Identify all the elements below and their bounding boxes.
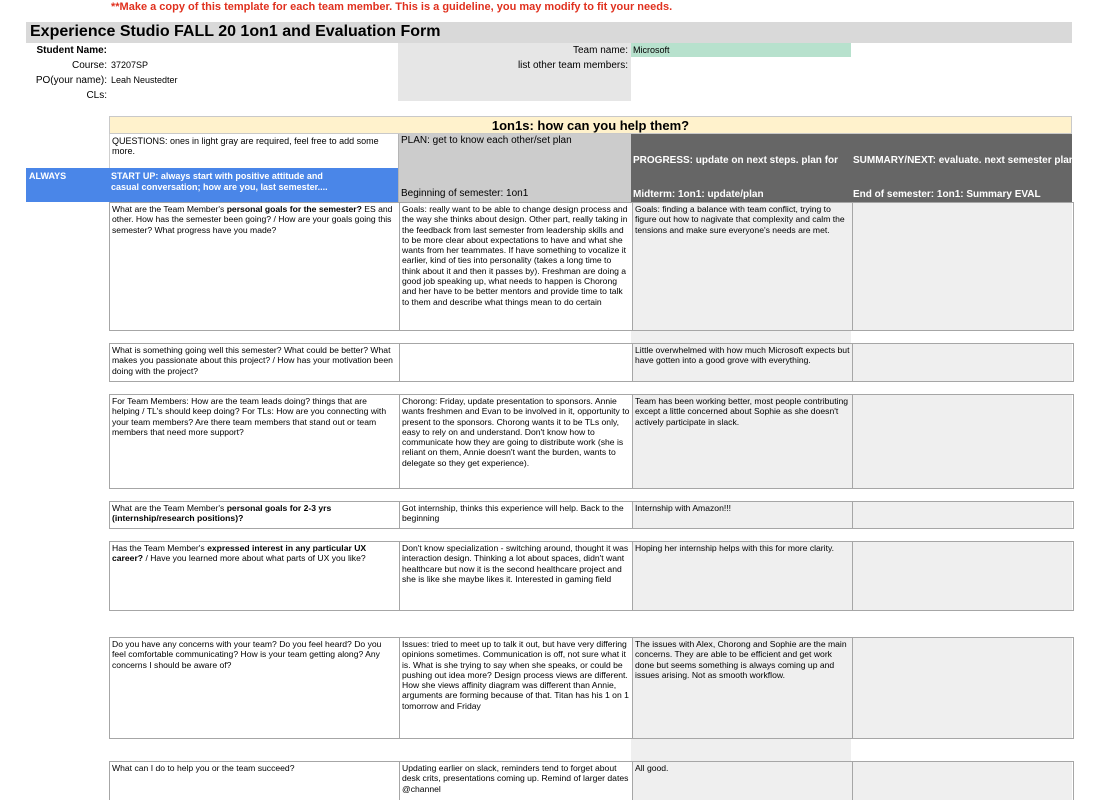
other-members-label: list other team members:: [517, 60, 628, 71]
plan-cell[interactable]: Updating earlier on slack, reminders ten…: [399, 762, 632, 800]
po-value[interactable]: Leah Neustedter: [111, 75, 178, 85]
end-cell[interactable]: [852, 395, 1072, 488]
course-label: Course:: [71, 60, 107, 71]
end-cell[interactable]: [852, 344, 1072, 381]
always-label: ALWAYS: [29, 171, 67, 181]
table-row: What can I do to help you or the team su…: [109, 761, 1074, 800]
template-note: **Make a copy of this template for each …: [111, 1, 673, 13]
team-name-value[interactable]: Microsoft: [633, 45, 670, 55]
midterm-cell[interactable]: Goals: finding a balance with team confl…: [632, 203, 852, 330]
midterm-cell[interactable]: Little overwhelmed with how much Microso…: [632, 344, 852, 381]
section-title: 1on1s: how can you help them?: [109, 116, 1072, 134]
midterm-cell[interactable]: Internship with Amazon!!!: [632, 502, 852, 528]
plan-cell[interactable]: Chorong: Friday, update presentation to …: [399, 395, 632, 488]
cls-label: CLs:: [86, 90, 107, 101]
question-cell[interactable]: For Team Members: How are the team leads…: [110, 395, 399, 488]
table-row: Has the Team Member's expressed interest…: [109, 541, 1074, 611]
end-cell[interactable]: [852, 762, 1072, 800]
table-row: What is something going well this semest…: [109, 343, 1074, 382]
end-cell[interactable]: [852, 542, 1072, 610]
progress-header: PROGRESS: update on next steps. plan for: [633, 155, 839, 166]
gap-cell: [631, 329, 851, 343]
end-header: End of semester: 1on1: Summary EVAL: [853, 189, 1041, 200]
plan-cell[interactable]: [399, 344, 632, 381]
plan-cell[interactable]: Issues: tried to meet up to talk it out,…: [399, 638, 632, 738]
plan-header-label: PLAN: get to know each other/set plan: [401, 135, 572, 146]
question-cell[interactable]: What is something going well this semest…: [110, 344, 399, 381]
summary-header: SUMMARY/NEXT: evaluate. next semester pl…: [853, 155, 1072, 166]
end-cell[interactable]: [852, 638, 1072, 738]
end-cell[interactable]: [852, 502, 1072, 528]
table-row: What are the Team Member's personal goal…: [109, 501, 1074, 529]
midterm-cell[interactable]: The issues with Alex, Chorong and Sophie…: [632, 638, 852, 738]
table-row: What are the Team Member's personal goal…: [109, 202, 1074, 331]
table-row: For Team Members: How are the team leads…: [109, 394, 1074, 489]
table-row: Do you have any concerns with your team?…: [109, 637, 1074, 739]
plan-cell[interactable]: Don't know specialization - switching ar…: [399, 542, 632, 610]
end-cell[interactable]: [852, 203, 1072, 330]
plan-cell[interactable]: Got internship, thinks this experience w…: [399, 502, 632, 528]
team-name-label: Team name:: [572, 45, 628, 56]
always-row: ALWAYS START UP: always start with posit…: [26, 168, 398, 202]
midterm-cell[interactable]: All good.: [632, 762, 852, 800]
questions-header: QUESTIONS: ones in light gray are requir…: [109, 134, 398, 168]
form-title: Experience Studio FALL 20 1on1 and Evalu…: [30, 23, 441, 40]
question-cell[interactable]: What are the Team Member's personal goal…: [110, 502, 399, 528]
question-cell[interactable]: What are the Team Member's personal goal…: [110, 203, 399, 330]
plan-cell[interactable]: Goals: really want to be able to change …: [399, 203, 632, 330]
question-cell[interactable]: Has the Team Member's expressed interest…: [110, 542, 399, 610]
student-name-label: Student Name:: [36, 45, 107, 56]
question-cell[interactable]: What can I do to help you or the team su…: [110, 762, 399, 800]
startup-text: START UP: always start with positive att…: [111, 171, 328, 192]
midterm-cell[interactable]: Hoping her internship helps with this fo…: [632, 542, 852, 610]
midterm-cell[interactable]: Team has been working better, most peopl…: [632, 395, 852, 488]
gap-cell: [631, 737, 851, 761]
course-value[interactable]: 37207SP: [111, 60, 148, 70]
po-label: PO(your name):: [35, 75, 107, 86]
plan-header: PLAN: get to know each other/set plan Be…: [398, 134, 631, 202]
question-cell[interactable]: Do you have any concerns with your team?…: [110, 638, 399, 738]
midterm-header: Midterm: 1on1: update/plan: [633, 189, 764, 200]
beginning-header: Beginning of semester: 1on1: [401, 188, 529, 199]
